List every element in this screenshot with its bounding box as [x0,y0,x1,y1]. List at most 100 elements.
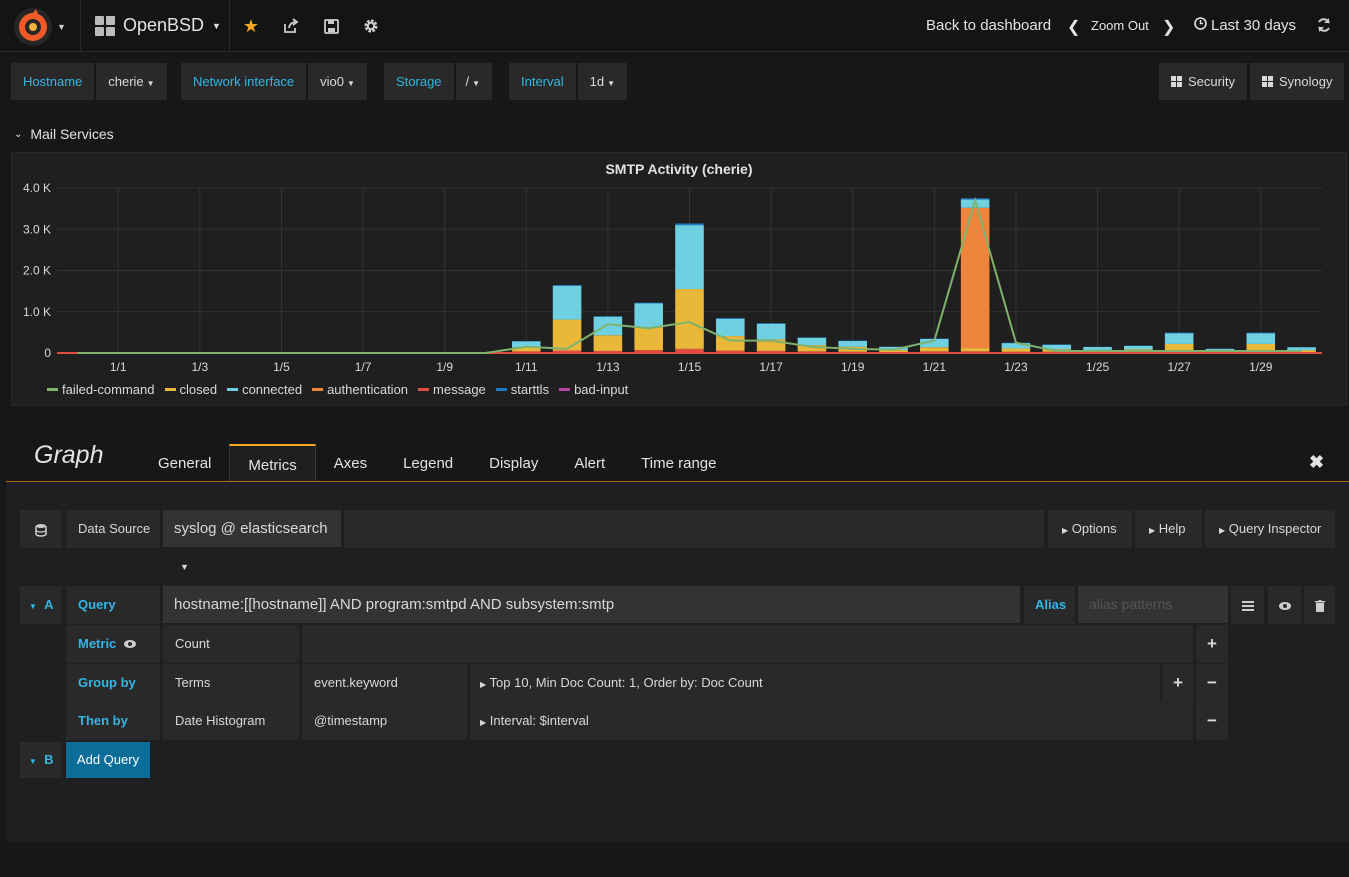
dashboard-picker[interactable]: OpenBSD ▼ [95,15,221,36]
alias-input[interactable]: alias patterns [1078,586,1228,623]
query-a-toggle[interactable]: ▼ A [20,586,62,624]
tab-general[interactable]: General [140,444,229,482]
zoom-out-button[interactable]: Zoom Out [1091,18,1149,33]
eye-icon[interactable] [1268,586,1301,624]
query-inspector-label: Query Inspector [1228,521,1322,536]
then-by-field-select[interactable]: @timestamp [302,702,467,740]
bar-closed [593,335,623,351]
y-tick-label: 3.0 K [23,222,51,236]
x-tick-label: 1/21 [923,360,947,374]
tab-legend[interactable]: Legend [385,444,471,482]
dashboard-link-label: Synology [1279,74,1333,89]
menu-icon[interactable] [1231,586,1264,624]
query-label: Query [66,586,160,624]
bar-connected [1246,333,1276,344]
metric-type-select[interactable]: Count [163,625,299,663]
chevron-left-icon[interactable]: ❮ [1067,17,1080,37]
bar-closed [920,347,949,352]
tab-display[interactable]: Display [471,444,556,482]
query-b-toggle[interactable]: ▼ B [20,742,62,778]
options-button[interactable]: ▶ Options [1048,510,1132,548]
logo-caret-icon[interactable]: ▼ [57,22,66,32]
variable-label: Network interface [181,63,307,100]
eye-icon[interactable] [123,636,136,651]
chevron-right-icon[interactable]: ❯ [1162,17,1175,37]
legend-item-connected[interactable]: connected [227,382,302,397]
chart-canvas[interactable]: 0 1.0 K 2.0 K 3.0 K 4.0 K 1/1 1/3 1/5 1/7 1/9 1/11… [12,153,1348,407]
dashboard-grid-icon [1171,76,1182,87]
query-input[interactable]: hostname:[[hostname]] AND program:smtpd … [163,586,1020,623]
tab-metrics[interactable]: Metrics [229,444,316,482]
variable-interval-dropdown[interactable]: 1d ▼ [577,63,628,100]
add-bucket-icon[interactable]: + [1162,664,1194,702]
metric-label-cell: Metric [66,625,160,663]
trash-icon[interactable] [1304,586,1335,624]
then-by-options[interactable]: ▶ Interval: $interval [470,702,1193,740]
variable-value: 1d [589,74,605,89]
remove-bucket-icon[interactable]: − [1196,702,1228,740]
variable-hostname: Hostname cherie ▼ [11,63,167,100]
bar-connected [756,323,786,340]
nav-divider [80,0,81,52]
variable-storage-dropdown[interactable]: / ▼ [455,63,492,100]
bar-closed [716,336,745,351]
remove-bucket-icon[interactable]: − [1196,664,1228,702]
variable-label: Hostname [11,63,95,100]
group-by-field-select[interactable]: event.keyword [302,664,467,702]
variable-value: vio0 [320,74,345,89]
legend-item-failed-command[interactable]: failed-command [47,382,155,397]
then-by-options-text: Interval: $interval [489,713,589,728]
gear-icon[interactable] [361,16,381,36]
then-by-type-select[interactable]: Date Histogram [163,702,299,740]
variable-hostname-dropdown[interactable]: cherie ▼ [96,63,167,100]
data-source-select[interactable]: syslog @ elasticsearch ▼ [163,510,341,572]
legend-item-authentication[interactable]: authentication [312,382,408,397]
group-by-type-select[interactable]: Terms [163,664,299,702]
x-tick-label: 1/5 [273,360,290,374]
legend-swatch [47,388,58,391]
help-label: Help [1158,521,1186,536]
caret-right-icon: ▶ [1062,526,1069,535]
caret-right-icon: ▶ [1219,526,1226,535]
back-to-dashboard-button[interactable]: Back to dashboard [926,17,1051,34]
dashboard-link-security[interactable]: Security [1159,63,1247,100]
y-tick-label: 1.0 K [23,305,51,319]
chevron-down-icon: ⌄ [14,128,23,140]
data-source-label: Data Source [66,510,160,548]
legend-item-starttls[interactable]: starttls [495,382,549,397]
alias-label: Alias [1024,586,1075,624]
variable-interval: Interval 1d ▼ [509,63,628,100]
tab-time-range[interactable]: Time range [623,444,734,482]
legend-swatch [559,388,571,391]
legend-item-closed[interactable]: closed [164,382,217,397]
dashboard-title: OpenBSD [123,15,205,35]
grafana-logo-icon[interactable] [14,8,52,46]
tab-alert[interactable]: Alert [556,444,623,482]
variable-network-interface-dropdown[interactable]: vio0 ▼ [308,63,367,100]
save-icon[interactable] [321,16,341,36]
tab-axes[interactable]: Axes [316,444,385,482]
close-icon[interactable]: ✖ [1309,452,1324,473]
add-query-button[interactable]: Add Query [66,742,150,778]
then-by-label: Then by [66,702,160,740]
dashboard-grid-icon [1262,76,1273,87]
legend-swatch [495,388,507,391]
bar-starttls [756,323,786,324]
x-tick-label: 1/17 [759,360,783,374]
help-button[interactable]: ▶ Help [1135,510,1202,548]
group-by-options[interactable]: ▶ Top 10, Min Doc Count: 1, Order by: Do… [470,664,1160,702]
dashboard-link-synology[interactable]: Synology [1250,63,1345,100]
bar-connected [552,285,582,320]
share-icon[interactable] [281,16,301,36]
legend-item-bad-input[interactable]: bad-input [559,382,628,397]
x-tick-label: 1/13 [596,360,620,374]
star-icon[interactable]: ★ [241,16,261,36]
x-tick-label: 1/23 [1004,360,1028,374]
row-header-mail-services[interactable]: ⌄ Mail Services [14,126,114,142]
dashboard-grid-icon [95,15,115,36]
time-range-picker[interactable]: Last 30 days [1211,17,1296,34]
add-metric-icon[interactable]: + [1196,625,1228,663]
query-inspector-button[interactable]: ▶ Query Inspector [1205,510,1335,548]
legend-item-message[interactable]: message [418,382,486,397]
refresh-icon[interactable] [1316,17,1332,37]
